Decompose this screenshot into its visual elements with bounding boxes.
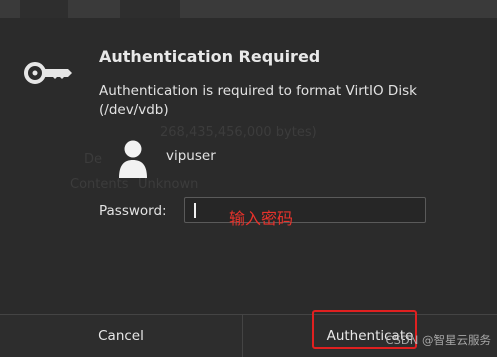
password-input[interactable]: [184, 197, 426, 223]
ghost-label-device: De: [84, 152, 103, 167]
dialog-message: Authentication is required to format Vir…: [99, 83, 417, 118]
ghost-value-contents: Unknown: [138, 177, 199, 192]
authentication-dialog: 268,435,456,000 bytes) De Contents Unkno…: [0, 18, 497, 357]
dialog-title: Authentication Required: [99, 47, 321, 66]
password-label: Password:: [99, 203, 167, 219]
ghost-label-contents: Contents: [70, 177, 129, 192]
screen: 268,435,456,000 bytes) De Contents Unkno…: [0, 0, 497, 357]
watermark: CSDN @智星云服务: [385, 333, 491, 347]
ghost-size-text: 268,435,456,000 bytes): [160, 125, 317, 140]
user-avatar-icon: [119, 140, 147, 178]
password-annotation: 输入密码: [229, 209, 294, 228]
key-icon: [24, 62, 72, 84]
cancel-button[interactable]: Cancel: [0, 315, 243, 357]
username: vipuser: [166, 148, 216, 164]
background-window-strip: [0, 0, 497, 18]
text-caret: [194, 203, 196, 218]
